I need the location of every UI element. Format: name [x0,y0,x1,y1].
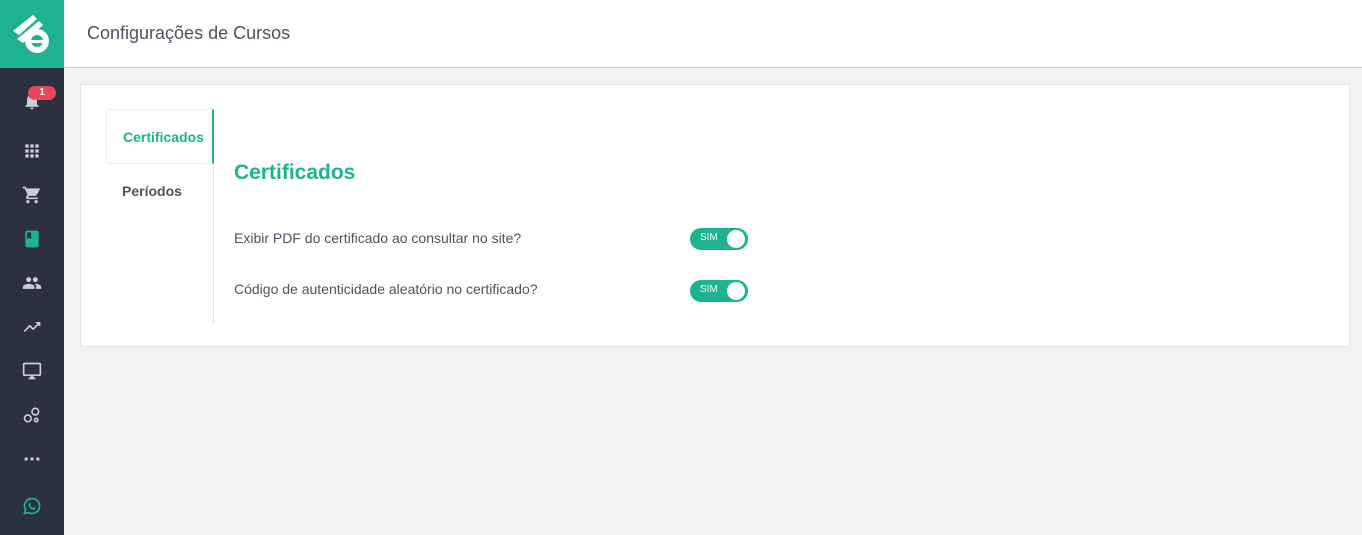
header: Configurações de Cursos [64,0,1362,68]
settings-card: Certificados Períodos Certificados Exibi… [80,84,1350,347]
setting-label-auth-code: Código de autenticidade aleatório no cer… [234,281,538,297]
whatsapp-icon [23,497,41,515]
nav-more[interactable] [0,439,64,479]
toggle-label: SIM [700,284,718,295]
sidebar: 1 [0,0,64,535]
nav-courses[interactable] [0,219,64,259]
toggle-knob [727,230,745,248]
people-icon [22,277,42,289]
more-horizontal-icon [24,457,40,461]
page-title: Configurações de Cursos [87,23,291,43]
apps-grid-icon [25,144,39,158]
section-title: Certificados [234,161,356,184]
nav-people[interactable] [0,263,64,303]
nav-integrations[interactable] [0,395,64,435]
nav-screen[interactable] [0,351,64,391]
logo[interactable] [0,0,64,68]
nav-whatsapp[interactable] [0,486,64,526]
trending-up-icon [23,322,41,332]
bubbles-icon [23,407,40,423]
nav-shop[interactable] [0,175,64,215]
toggle-pdf-certificate[interactable]: SIM [690,228,748,250]
tab-periodos[interactable]: Períodos [106,163,214,218]
toggle-random-auth-code[interactable]: SIM [690,280,748,302]
shopping-cart-icon [22,186,40,204]
monitor-icon [22,362,42,380]
settings-tabs: Certificados Períodos [106,109,214,323]
brand-logo-icon [13,15,49,53]
tab-certificados[interactable]: Certificados [106,109,214,164]
nav-apps[interactable] [0,131,64,171]
notification-badge: 1 [28,86,56,100]
book-icon [25,230,39,248]
nav-reports[interactable] [0,307,64,347]
toggle-knob [727,282,745,300]
toggle-label: SIM [700,232,718,243]
setting-label-pdf: Exibir PDF do certificado ao consultar n… [234,230,522,246]
